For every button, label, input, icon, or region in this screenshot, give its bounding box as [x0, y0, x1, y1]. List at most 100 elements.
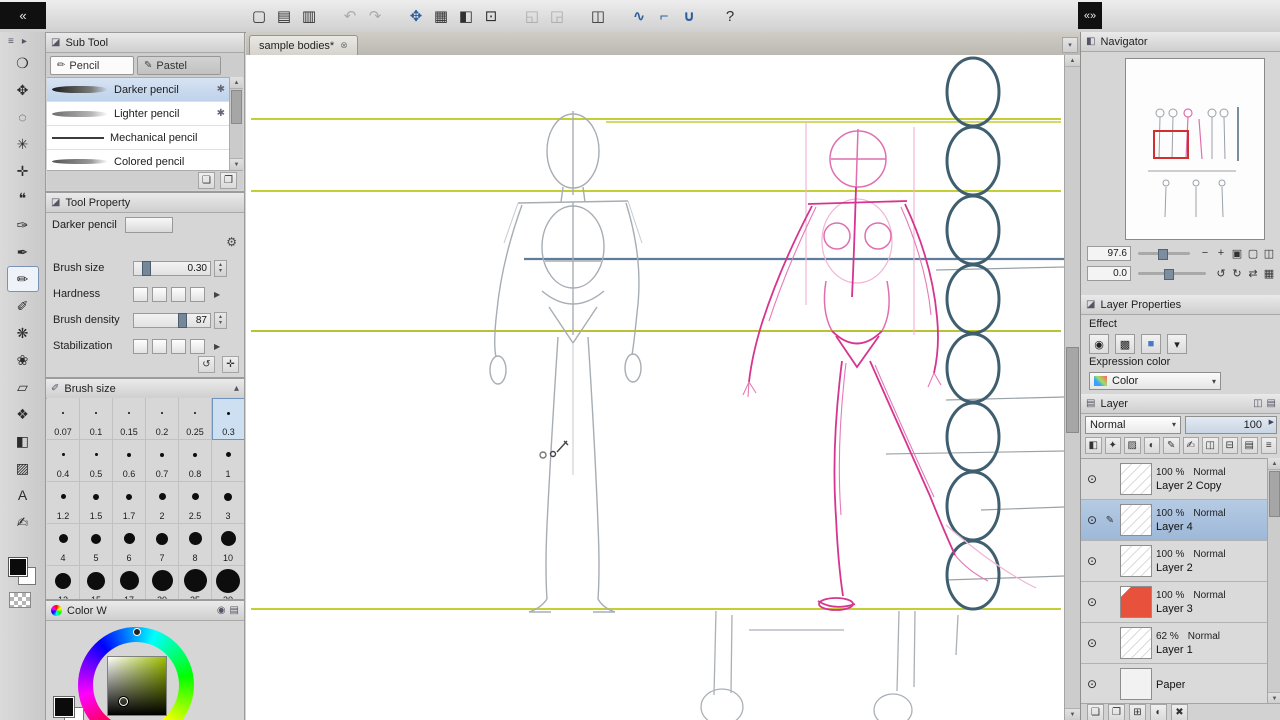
zoom-in-icon[interactable]: + [1213, 245, 1229, 261]
brush-size-cell[interactable]: 1.5 [80, 482, 113, 524]
canvas-drawing[interactable] [246, 55, 1065, 720]
scroll-up-icon[interactable]: ▲ [1065, 55, 1080, 67]
visibility-eye-icon[interactable]: ⊙ [1084, 677, 1100, 691]
tab-close-icon[interactable]: ⊗ [340, 40, 348, 51]
fill-tool[interactable]: ◧ [7, 428, 39, 454]
layer-row[interactable]: ⊙ 100 % Normal Layer 3 [1081, 582, 1268, 623]
subtool-item[interactable]: Darker pencil ✱ [47, 78, 230, 102]
brush-size-cell[interactable]: 2 [146, 482, 179, 524]
new-canvas-icon[interactable]: ▢ [248, 5, 270, 27]
footer-merge-down-icon[interactable]: ⊞ [1129, 703, 1146, 720]
scroll-up-icon[interactable]: ▲ [1268, 458, 1280, 470]
subtool-item[interactable]: Colored pencil [47, 150, 230, 170]
scrollbar-thumb[interactable] [1066, 347, 1079, 433]
ruler-tool[interactable]: ✍ [7, 509, 39, 535]
segment-box[interactable] [152, 338, 167, 354]
brush-size-cell[interactable]: 0.6 [113, 440, 146, 482]
brush-size-cell[interactable]: 12 [47, 566, 80, 599]
color-set-tab-icon[interactable]: ▤ [230, 605, 239, 616]
arc-ruler-icon[interactable]: ∪ [678, 5, 700, 27]
border-effect-icon[interactable]: ◉ [1089, 334, 1109, 354]
slider-thumb[interactable] [178, 312, 188, 328]
canvas-viewport[interactable] [246, 55, 1065, 720]
brush-size-cell[interactable]: 0.2 [146, 398, 179, 440]
rotation-slider-thumb[interactable] [1163, 268, 1174, 280]
help-icon[interactable]: ? [719, 5, 741, 27]
segment-control[interactable]: ▶ [133, 338, 220, 354]
visibility-eye-icon[interactable]: ⊙ [1084, 513, 1100, 527]
brush-density-slider[interactable]: 87 [133, 312, 211, 328]
visibility-eye-icon[interactable]: ⊙ [1084, 472, 1100, 486]
layer-menu-icon[interactable]: ▤ [1267, 398, 1276, 409]
brush-size-cell[interactable]: 1 [212, 440, 244, 482]
step-down-icon[interactable]: ▾ [219, 268, 222, 274]
screen-mode-icon[interactable]: ◫ [587, 5, 609, 27]
saturation-value-square[interactable] [107, 656, 167, 716]
scroll-down-icon[interactable]: ▼ [1065, 708, 1080, 720]
fill-area-icon[interactable]: ◧ [455, 5, 477, 27]
layer-row[interactable]: ⊙ 100 % Normal Layer 2 Copy [1081, 459, 1268, 500]
subtool-scrollbar[interactable]: ▲ ▼ [229, 77, 243, 170]
eyedropper-tool[interactable]: ✑ [7, 212, 39, 238]
visibility-eye-icon[interactable]: ⊙ [1084, 554, 1100, 568]
zoom-slider[interactable] [1138, 248, 1190, 260]
canvas-vertical-scrollbar[interactable]: ▲ ▼ [1064, 55, 1080, 720]
brush-size-header[interactable]: ✐ Brush size ▴ [46, 379, 244, 399]
set-as-draft-icon[interactable]: ✎ [1163, 437, 1180, 454]
zoom-100-icon[interactable]: ▢ [1245, 245, 1261, 261]
enable-mask-icon[interactable]: ◐ [1143, 437, 1160, 454]
redo-icon[interactable]: ↷ [364, 5, 386, 27]
duplicate-subtool-icon[interactable]: ❐ [220, 172, 237, 189]
clip-to-layer-icon[interactable]: ◧ [1085, 437, 1102, 454]
rotate-left-icon[interactable]: ↺ [1213, 265, 1229, 281]
footer-apply-mask-icon[interactable]: ◐ [1150, 703, 1167, 720]
segment-box[interactable] [171, 286, 186, 302]
segment-box[interactable] [190, 286, 205, 302]
segment-control[interactable]: ▶ [133, 286, 220, 302]
onion-skin-icon[interactable]: ⊟ [1221, 437, 1238, 454]
reset-rotation-icon[interactable]: ▦ [1261, 265, 1277, 281]
segment-box[interactable] [171, 338, 186, 354]
brush-size-cell[interactable]: 0.5 [80, 440, 113, 482]
rotate-right-icon[interactable]: ↻ [1229, 265, 1245, 281]
tool-property-header[interactable]: ◪ Tool Property [46, 193, 244, 213]
brush-size-cell[interactable]: 17 [113, 566, 146, 599]
two-pane-icon[interactable]: ◫ [1202, 437, 1219, 454]
open-file-icon[interactable]: ▤ [273, 5, 295, 27]
snap-grid-icon[interactable]: ▦ [430, 5, 452, 27]
flip-horizontal-icon[interactable]: ⇄ [1245, 265, 1261, 281]
step-down-icon[interactable]: ▾ [219, 320, 222, 326]
tab-list-icon[interactable]: ▾ [1062, 37, 1078, 53]
sub-tool-header[interactable]: ◪ Sub Tool [46, 33, 244, 53]
rotation-value[interactable]: 0.0 [1087, 265, 1131, 281]
layer-row[interactable]: ⊙ Paper [1081, 664, 1268, 704]
value-stepper[interactable]: ▴ ▾ [214, 259, 227, 277]
show-sub-palette-icon[interactable]: ✛ [222, 356, 239, 373]
layer-row[interactable]: ⊙ 100 % Normal Layer 2 [1081, 541, 1268, 582]
brush-size-cell[interactable]: 1.2 [47, 482, 80, 524]
layer-search-icon[interactable]: ◫ [1253, 398, 1262, 409]
brush-size-cell[interactable]: 25 [179, 566, 212, 599]
blend-tool[interactable]: ❖ [7, 401, 39, 427]
brush-size-cell[interactable]: 0.8 [179, 440, 212, 482]
strip-collapse-icon[interactable]: ▸ [22, 36, 27, 47]
collapse-left-button[interactable]: « [0, 2, 46, 29]
brush-size-cell[interactable]: 0.25 [179, 398, 212, 440]
collapse-right-button[interactable]: «» [1078, 2, 1102, 29]
deselect-icon[interactable]: ◲ [546, 5, 568, 27]
brush-size-cell[interactable]: 7 [146, 524, 179, 566]
zoom-tool[interactable]: ❍ [7, 50, 39, 76]
brush-size-cell[interactable]: 0.07 [47, 398, 80, 440]
slider-thumb[interactable] [141, 260, 151, 276]
brush-size-cell[interactable]: 30 [212, 566, 244, 599]
scrollbar-thumb[interactable] [231, 90, 242, 124]
brush-size-cell[interactable]: 2.5 [179, 482, 212, 524]
scrollbar-thumb[interactable] [1269, 471, 1280, 517]
brush-size-cell[interactable]: 20 [146, 566, 179, 599]
zoom-value[interactable]: 97.6 [1087, 245, 1131, 261]
visibility-eye-icon[interactable]: ⊙ [1084, 595, 1100, 609]
brush-size-cell[interactable]: 15 [80, 566, 113, 599]
sv-cursor[interactable] [119, 697, 128, 706]
zoom-slider-thumb[interactable] [1157, 248, 1168, 260]
brush-size-cell[interactable]: 0.3 [212, 398, 244, 440]
